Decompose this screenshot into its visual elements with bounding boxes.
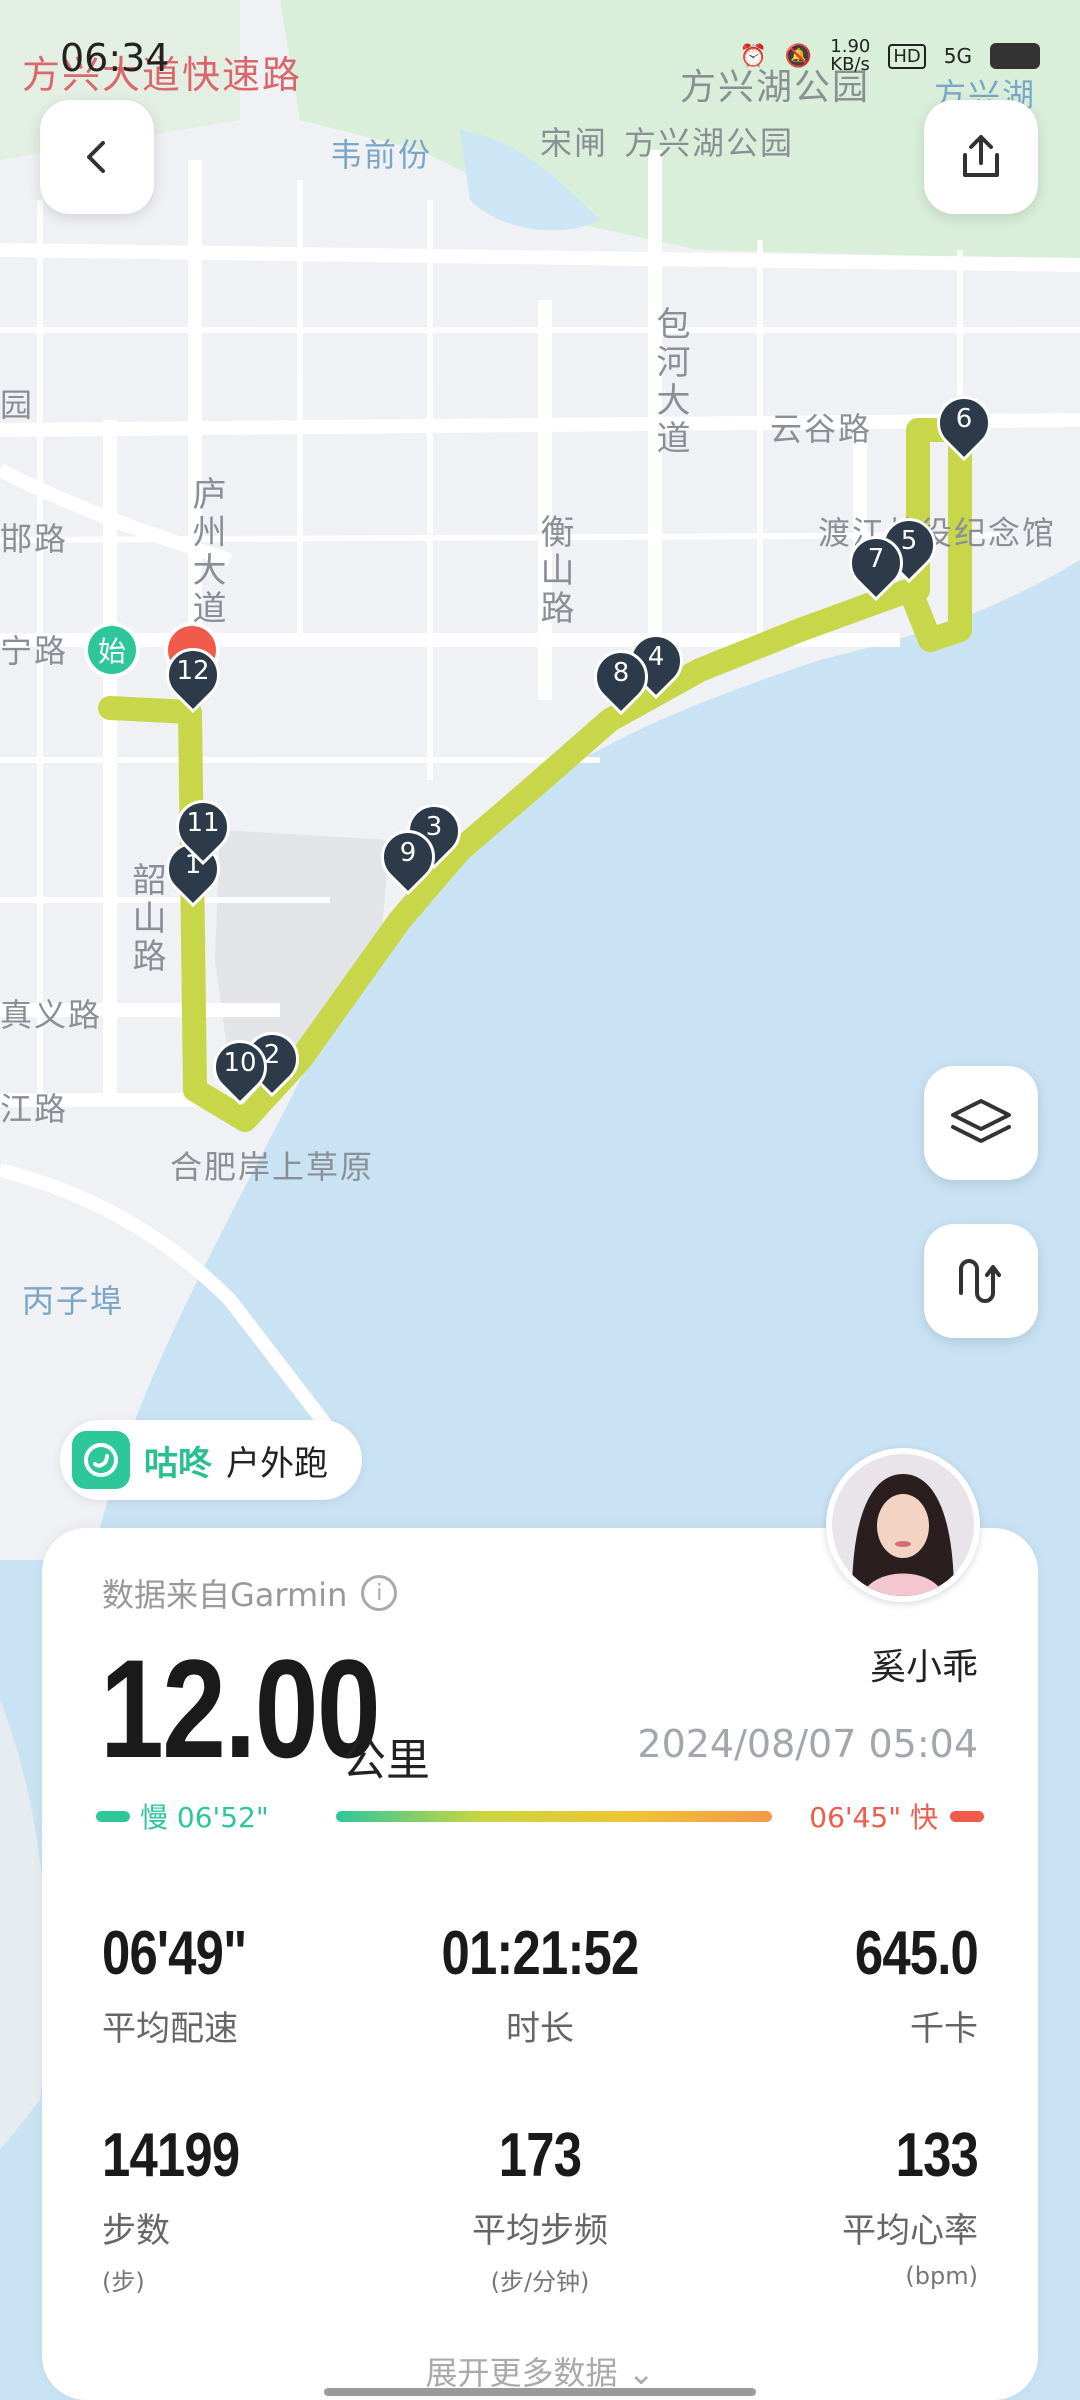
map-layers-button[interactable] [924,1066,1038,1180]
route-toggle-icon [959,1259,1001,1303]
km-marker-10[interactable]: 10 [201,1028,279,1108]
km-marker-8[interactable]: 8 [582,638,660,718]
map-label-road-3: 真义路 [0,996,103,1034]
km-marker-7[interactable]: 7 [837,524,915,604]
map-label-yuan: 园 [0,386,35,424]
stat-value: 06'49" [102,1919,247,1988]
stat-steps: 14199 步数 (步) [102,2120,402,2297]
map-label-luzhou: 庐州大道 [186,476,226,628]
expand-more-label: 展开更多数据 [425,2354,618,2392]
start-label: 始 [98,635,126,668]
stat-value: 14199 [102,2121,240,2190]
stat-unit: (步/分钟) [490,2268,590,2296]
home-indicator [324,2388,756,2396]
km-marker-11[interactable]: 11 [164,788,242,868]
map-label-park: 方兴湖公园 [624,124,795,162]
avatar[interactable] [826,1448,980,1602]
workout-datetime: 2024/08/07 05:04 [637,1722,978,1766]
stat-calories: 645.0 千卡 [678,1918,979,2050]
stat-label: 步数 [102,2211,170,2251]
map-label-weiqian: 韦前份 [330,136,433,174]
map-label-bingzibu: 丙子埠 [22,1282,125,1320]
stat-value: 01:21:52 [441,1919,640,1988]
stat-unit: (步) [102,2268,145,2296]
layers-icon [951,1099,1011,1143]
brand-name: 咕咚 [144,1443,212,1484]
stat-value: 645.0 [854,1919,979,1988]
total-distance: 12.00 [100,1630,381,1787]
mute-icon: 🔕 [784,43,813,69]
data-source-label: 数据来自Garmin [102,1576,348,1614]
status-bar: 06:34 ⏰ 🔕 1.90 KB/s HD 5G [0,30,1080,90]
km-marker-12[interactable]: 12 [154,636,232,716]
info-icon[interactable]: i [361,1575,398,1611]
share-button[interactable] [924,100,1038,214]
battery-icon [990,43,1040,69]
map-label-baohe: 包河大道 [650,306,690,458]
stat-value: 133 [895,2121,979,2190]
pace-gradient [336,1811,772,1822]
stat-label: 平均配速 [102,2009,238,2049]
stat-label: 千卡 [910,2009,978,2049]
map-label-road-2: 宁路 [0,632,69,670]
back-button[interactable] [40,100,154,214]
alarm-icon: ⏰ [739,43,767,69]
map-label-songzha: 宋闸 [540,124,609,162]
app-brand-pill: 咕咚 户外跑 [60,1420,362,1500]
brand-logo-icon [72,1431,130,1489]
workout-summary-card: 数据来自Garmin i 12.00 公里 奚小乖 2024/08/07 05:… [42,1528,1038,2400]
stat-cadence: 173 平均步频 (步/分钟) [390,2120,690,2297]
stat-label: 平均步频 [472,2211,608,2251]
distance-unit: 公里 [342,1735,430,1786]
stat-label: 时长 [506,2009,574,2049]
net-speed: 1.90 KB/s [830,36,871,75]
route-toggle-button[interactable] [924,1224,1038,1338]
network-type: 5G [943,44,972,68]
chevron-down-icon: ⌄ [627,2354,655,2392]
map-label-road-1: 邯路 [0,520,69,558]
stat-duration: 01:21:52 时长 [390,1918,690,2050]
map-label-road-4: 江路 [0,1090,69,1128]
map-label-shaoshan: 韶山路 [126,862,166,976]
map-label-hengshan: 衡山路 [534,514,574,628]
data-source: 数据来自Garmin i [102,1570,398,1616]
stat-label: 平均心率 [842,2211,978,2251]
share-icon [963,135,999,177]
map-label-yungu: 云谷路 [770,410,873,448]
stat-unit: (bpm) [905,2262,978,2290]
hd-badge: HD [888,43,926,69]
start-marker[interactable]: 始 [84,622,140,678]
stat-heart-rate: 133 平均心率 (bpm) [678,2120,979,2290]
stat-avg-pace: 06'49" 平均配速 [102,1918,402,2050]
activity-type: 户外跑 [226,1443,328,1484]
pace-slow: 慢 06'52" [140,1801,269,1834]
map-label-grassland: 合肥岸上草原 [170,1148,375,1186]
pace-range-bar: 慢 06'52" 06'45" 快 [96,1796,984,1836]
user-name: 奚小乖 [869,1647,978,1688]
status-time: 06:34 [60,36,170,80]
km-marker-6[interactable]: 6 [925,384,1003,464]
back-icon [87,141,105,173]
pace-fast: 06'45" 快 [809,1801,938,1834]
stat-value: 173 [498,2121,582,2190]
km-marker-9[interactable]: 9 [369,818,447,898]
